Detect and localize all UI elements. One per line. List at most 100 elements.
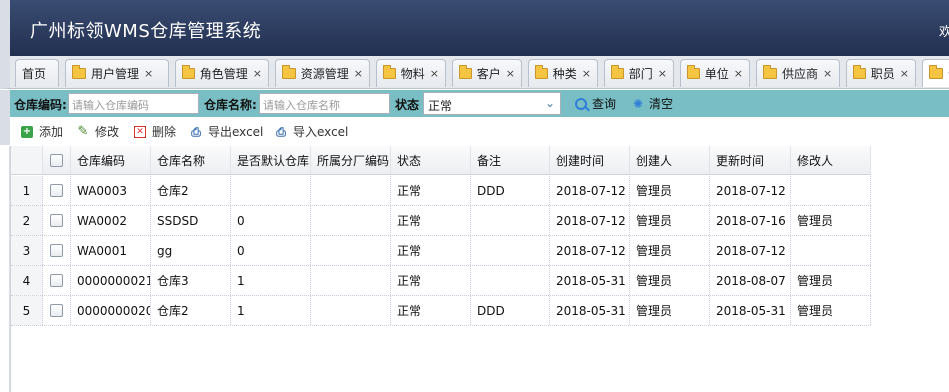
tab-user-management[interactable]: 用户管理 × (65, 59, 169, 87)
cell-status: 正常 (391, 266, 471, 295)
cell-factory-code (311, 266, 391, 295)
table-row[interactable]: 5 0000000020 仓库2 1 正常 DDD 2018-05-31 1 管… (11, 296, 871, 326)
cell-is-default: 1 (231, 266, 311, 295)
tab-warehouse[interactable]: 仓 (922, 59, 949, 87)
cell-modifier (791, 176, 871, 205)
tab-resource-management[interactable]: 资源管理 × (275, 59, 370, 87)
table-row[interactable]: 3 WA0001 gg 0 正常 2018-07-12 1 管理员 2018-0… (11, 236, 871, 266)
close-icon[interactable]: × (734, 67, 743, 80)
edit-button[interactable]: ✎ 修改 (77, 123, 119, 140)
tab-label: 单位 (704, 67, 729, 81)
tab-role-management[interactable]: 角色管理 × (175, 59, 269, 87)
cell-updated-time: 2018-05-31 1 (710, 296, 791, 325)
cell-warehouse-code: WA0001 (71, 236, 151, 265)
tab-label: 职员 (870, 67, 895, 81)
row-checkbox[interactable] (50, 184, 63, 197)
select-all-checkbox[interactable] (50, 153, 63, 167)
column-header[interactable]: 创建人 (630, 146, 710, 174)
close-icon[interactable]: × (430, 67, 439, 80)
tab-bar: 首页 用户管理 × 角色管理 × 资源管理 × 物料 × 客户 × 种类 × 部… (0, 56, 949, 89)
tab-suppliers[interactable]: 供应商 × (756, 59, 840, 87)
close-icon[interactable]: × (506, 67, 515, 80)
table-row[interactable]: 2 WA0002 SSDSD 0 正常 2018-07-12 1 管理员 201… (11, 206, 871, 236)
export-excel-button[interactable]: ⎙ 导出excel (190, 123, 263, 140)
row-checkbox[interactable] (50, 244, 63, 257)
cell-modifier (791, 236, 871, 265)
tab-departments[interactable]: 部门 × (604, 59, 674, 87)
tab-label: 角色管理 (199, 67, 248, 81)
row-checkbox[interactable] (50, 304, 63, 317)
close-icon[interactable]: × (354, 67, 363, 80)
row-checkbox-cell (43, 236, 71, 265)
add-button[interactable]: + 添加 (21, 123, 63, 140)
search-bar: 仓库编码: 请输入仓库编码 仓库名称: 请输入仓库名称 状态 正常 ⌄ 查询 ✺… (0, 90, 949, 117)
cell-created-time: 2018-07-12 1 (550, 176, 630, 205)
tab-label: 供应商 (782, 67, 819, 81)
query-label: 查询 (592, 97, 617, 111)
chevron-down-icon: ⌄ (544, 96, 555, 110)
add-label: 添加 (39, 125, 64, 139)
delete-button[interactable]: ✕ 删除 (134, 123, 176, 140)
cell-status: 正常 (391, 176, 471, 205)
tab-staff[interactable]: 职员 × (846, 59, 916, 87)
cell-is-default: 0 (231, 206, 311, 235)
column-header[interactable]: 修改人 (791, 146, 871, 174)
close-icon[interactable]: × (658, 67, 667, 80)
warehouse-name-label: 仓库名称: (204, 98, 257, 112)
column-header[interactable]: 状态 (391, 146, 471, 174)
app-window: 广州标领WMS仓库管理系统 欢 首页 用户管理 × 角色管理 × 资源管理 × … (0, 0, 949, 392)
plus-icon: + (21, 125, 33, 138)
status-select[interactable]: 正常 ⌄ (423, 92, 561, 115)
export-label: 导出excel (208, 125, 264, 139)
cell-warehouse-name: 仓库2 (151, 176, 231, 205)
printer-icon: ⎙ (191, 124, 201, 139)
column-header[interactable]: 是否默认仓库 (231, 146, 311, 174)
cell-updated-time: 2018-07-16 1 (710, 206, 791, 235)
cell-warehouse-code: WA0003 (71, 176, 151, 205)
close-icon[interactable]: × (253, 67, 262, 80)
column-header[interactable]: 创建时间 (550, 146, 630, 174)
warehouse-code-input[interactable]: 请输入仓库编码 (68, 93, 199, 114)
search-icon (575, 97, 587, 110)
folder-icon (611, 65, 624, 79)
cell-remark: DDD (471, 296, 550, 325)
table-row[interactable]: 4 0000000021 仓库3 1 正常 2018-05-31 1 管理员 2… (11, 266, 871, 296)
cell-warehouse-name: gg (151, 236, 231, 265)
warehouse-name-input[interactable]: 请输入仓库名称 (259, 93, 390, 114)
tab-customers[interactable]: 客户 × (452, 59, 522, 87)
close-icon[interactable]: × (823, 67, 832, 80)
row-checkbox[interactable] (50, 214, 63, 227)
cell-is-default: 0 (231, 236, 311, 265)
column-header[interactable]: 仓库编码 (71, 146, 151, 174)
row-number: 2 (11, 206, 43, 235)
tab-units[interactable]: 单位 × (680, 59, 750, 87)
folder-icon (282, 65, 296, 79)
close-icon[interactable]: × (582, 67, 591, 80)
close-icon[interactable]: × (144, 67, 153, 80)
close-icon[interactable]: × (900, 67, 909, 80)
table-row[interactable]: 1 WA0003 仓库2 正常 DDD 2018-07-12 1 管理员 201… (11, 176, 871, 206)
cell-factory-code (311, 206, 391, 235)
tab-home[interactable]: 首页 (15, 59, 59, 87)
tab-materials[interactable]: 物料 × (376, 59, 446, 87)
column-header[interactable]: 更新时间 (710, 146, 791, 174)
column-header[interactable]: 所属分厂编码 (311, 146, 391, 174)
clear-button[interactable]: ✺ 清空 (631, 95, 673, 112)
folder-icon (535, 65, 548, 79)
status-label: 状态 (395, 98, 420, 112)
query-button[interactable]: 查询 (575, 95, 616, 112)
app-header: 广州标领WMS仓库管理系统 欢 (0, 0, 949, 56)
row-checkbox-cell (43, 296, 71, 325)
folder-icon (763, 65, 777, 79)
folder-icon (459, 65, 472, 79)
import-label: 导入excel (293, 125, 349, 139)
folder-icon (72, 65, 86, 79)
row-number: 3 (11, 236, 43, 265)
cell-remark (471, 266, 550, 295)
row-checkbox[interactable] (50, 274, 63, 287)
tab-categories[interactable]: 种类 × (528, 59, 598, 87)
column-header[interactable]: 仓库名称 (151, 146, 231, 174)
row-number: 4 (11, 266, 43, 295)
column-header[interactable]: 备注 (471, 146, 550, 174)
import-excel-button[interactable]: ⎙ 导入excel (275, 123, 348, 140)
